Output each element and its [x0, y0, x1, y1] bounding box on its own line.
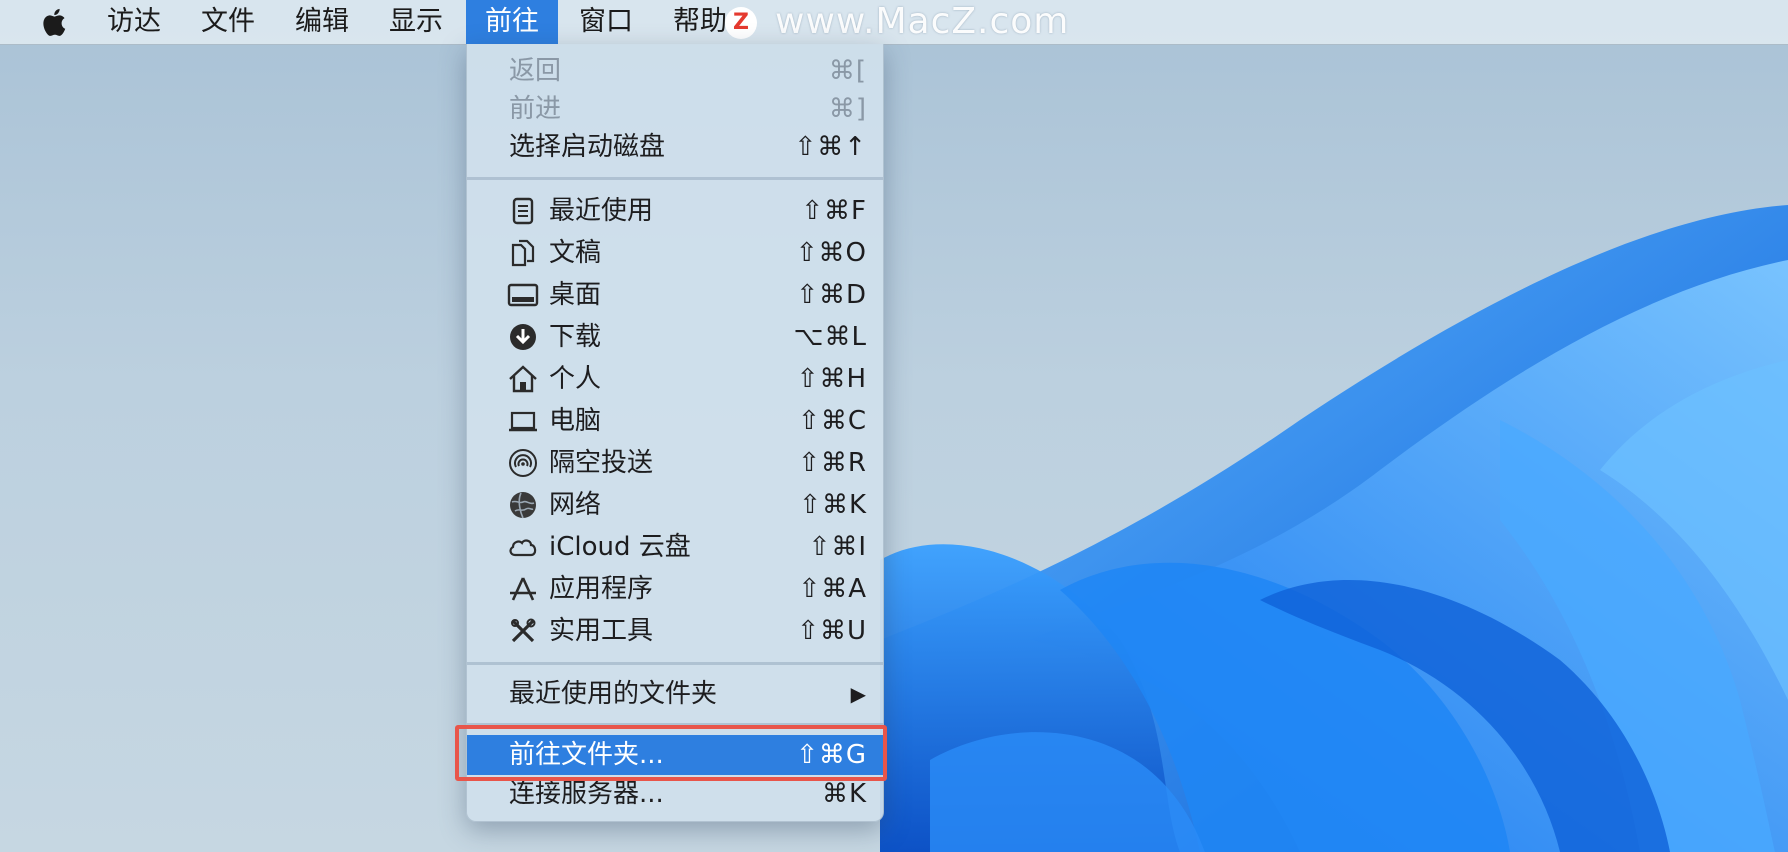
- icloud-icon: [509, 539, 537, 557]
- downloads-icon: [510, 324, 536, 350]
- menu-item-shortcut: ⇧⌘K: [799, 490, 867, 520]
- menu-item-downloads[interactable]: 下载 ⌥⌘L: [467, 317, 883, 357]
- menu-item-computer[interactable]: 电脑 ⇧⌘C: [467, 401, 883, 441]
- menu-item-label: 网络: [549, 490, 602, 520]
- menu-file[interactable]: 文件: [186, 0, 270, 44]
- menu-item-documents[interactable]: 文稿 ⇧⌘O: [467, 233, 883, 273]
- menu-item-airdrop[interactable]: 隔空投送 ⇧⌘R: [467, 443, 883, 483]
- documents-icon: [511, 239, 535, 267]
- menu-item-startup-disk[interactable]: 选择启动磁盘 ⇧⌘↑: [467, 127, 883, 167]
- menu-item-shortcut: ⌥⌘L: [793, 322, 867, 352]
- utilities-icon: [511, 618, 536, 643]
- apple-icon[interactable]: [40, 5, 70, 39]
- menu-item-home[interactable]: 个人 ⇧⌘H: [467, 359, 883, 399]
- menu-item-shortcut: ⇧⌘D: [796, 280, 867, 310]
- computer-icon: [509, 411, 537, 432]
- menu-item-forward: 前进 ⌘]: [467, 89, 883, 129]
- menu-item-label: 文稿: [549, 238, 602, 268]
- menu-view[interactable]: 显示: [374, 0, 458, 44]
- menu-item-label: 个人: [549, 364, 602, 394]
- menu-item-label: 最近使用的文件夹: [509, 679, 718, 709]
- menu-item-shortcut: ⌘]: [828, 94, 867, 124]
- menu-window[interactable]: 窗口: [564, 0, 648, 44]
- menu-item-label: iCloud 云盘: [549, 532, 691, 562]
- menu-item-label: 下载: [549, 322, 602, 352]
- annotation-highlight-box: [455, 725, 887, 781]
- menu-item-shortcut: ⇧⌘F: [801, 196, 867, 226]
- menu-item-label: 最近使用: [549, 196, 654, 226]
- menu-item-applications[interactable]: 应用程序 ⇧⌘A: [467, 569, 883, 609]
- menu-item-shortcut: ⇧⌘H: [796, 364, 867, 394]
- watermark-logo: Z: [725, 7, 757, 39]
- menu-item-label: 隔空投送: [549, 448, 654, 478]
- airdrop-icon: [509, 449, 537, 477]
- watermark-text: www.MacZ.com: [775, 1, 1070, 42]
- menu-item-label: 电脑: [549, 406, 602, 436]
- menu-item-label: 选择启动磁盘: [509, 132, 666, 162]
- menu-item-shortcut: ⇧⌘A: [798, 574, 867, 604]
- menu-item-label: 桌面: [549, 280, 602, 310]
- menu-item-recents[interactable]: 最近使用 ⇧⌘F: [467, 191, 883, 231]
- menu-separator: [467, 662, 883, 665]
- recents-icon: [512, 197, 534, 225]
- menu-bar: 访达 文件 编辑 显示 前往 窗口 帮助 Z www.MacZ.com: [0, 0, 1788, 45]
- network-icon: [510, 492, 536, 519]
- menu-item-label: 实用工具: [549, 616, 654, 646]
- menu-item-shortcut: ⇧⌘O: [795, 238, 867, 268]
- menu-item-desktop[interactable]: 桌面 ⇧⌘D: [467, 275, 883, 315]
- menu-edit[interactable]: 编辑: [280, 0, 364, 44]
- menu-separator: [467, 177, 883, 180]
- wallpaper-bloom: [880, 205, 1788, 852]
- menu-item-utilities[interactable]: 实用工具 ⇧⌘U: [467, 611, 883, 651]
- applications-icon: [510, 577, 536, 601]
- menu-item-back: 返回 ⌘[: [467, 51, 883, 91]
- menu-item-shortcut: ⇧⌘R: [798, 448, 867, 478]
- menu-item-shortcut: ⇧⌘C: [798, 406, 867, 436]
- menu-go[interactable]: 前往: [466, 0, 558, 44]
- menu-item-recent-folders[interactable]: 最近使用的文件夹 ▶: [467, 674, 883, 714]
- desktop-icon: [507, 283, 539, 307]
- menu-item-label: 返回: [509, 56, 562, 86]
- menu-item-network[interactable]: 网络 ⇧⌘K: [467, 485, 883, 525]
- home-icon: [509, 365, 537, 393]
- menu-item-label: 应用程序: [549, 574, 654, 604]
- menu-item-shortcut: ⌘[: [828, 56, 867, 86]
- menu-item-shortcut: ⇧⌘↑: [794, 132, 867, 162]
- menu-item-shortcut: ⇧⌘U: [797, 616, 867, 646]
- menu-finder[interactable]: 访达: [92, 0, 176, 44]
- submenu-arrow-icon: ▶: [850, 682, 867, 706]
- menu-item-shortcut: ⇧⌘I: [808, 532, 867, 562]
- go-menu: 返回 ⌘[ 前进 ⌘] 选择启动磁盘 ⇧⌘↑ 最近使用 ⇧⌘F 文稿 ⇧⌘O 桌…: [466, 44, 884, 822]
- menu-item-icloud-drive[interactable]: iCloud 云盘 ⇧⌘I: [467, 527, 883, 567]
- menu-item-label: 前进: [509, 94, 562, 124]
